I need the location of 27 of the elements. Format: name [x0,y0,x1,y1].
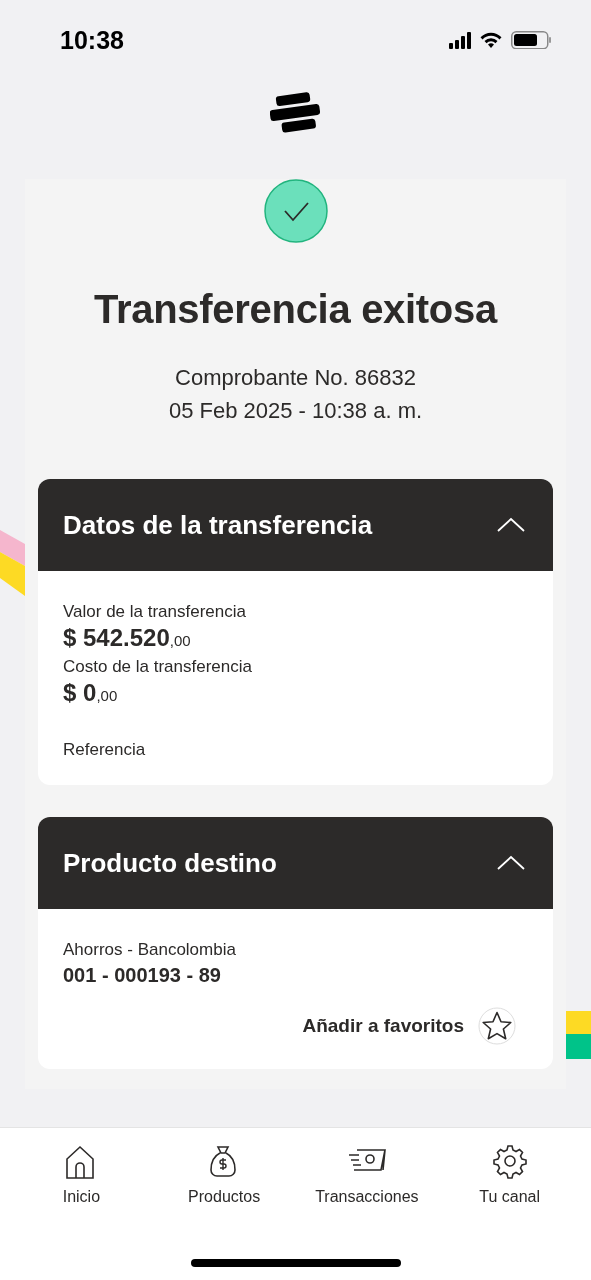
stripe-drawing [566,1011,591,1059]
stripe-drawing [0,530,25,596]
wifi-icon [479,31,503,49]
section-title: Producto destino [63,847,277,879]
nav-tab[interactable]: Transacciones [295,1144,439,1206]
settings-icon [492,1144,527,1180]
signal-icon [449,31,471,49]
nav-tab[interactable]: Tu canal [438,1144,581,1206]
field-label: Ahorros - Bancolombia [63,939,237,961]
receipt-datetime: 05 Feb 2025 - 10:38 a. m. [168,397,423,425]
add-favorite-button[interactable]: Añadir a favoritos [63,1007,516,1045]
section-header[interactable]: Producto destino [38,817,553,909]
receipt-number: Comprobante No. 86832 [174,364,417,392]
field-label: Valor de la transferencia [63,601,247,623]
nav-tab[interactable]: Inicio [10,1144,153,1206]
amount-value: $ 542.520,00 [63,623,192,653]
account-number: 001 - 000193 - 89 [63,963,222,988]
nav-tab[interactable]: Productos [152,1144,296,1206]
section-title: Datos de la transferencia [63,509,373,541]
battery-icon [511,31,551,49]
field-label: Referencia [63,739,147,761]
result-title: Transferencia exitosa [94,286,497,333]
amount-value: $ 0,00 [63,678,119,708]
success-check-icon [263,179,328,243]
section-header[interactable]: Datos de la transferencia [38,479,553,571]
field-label: Costo de la transferencia [63,656,253,678]
status-time: 10:38 [60,25,124,55]
